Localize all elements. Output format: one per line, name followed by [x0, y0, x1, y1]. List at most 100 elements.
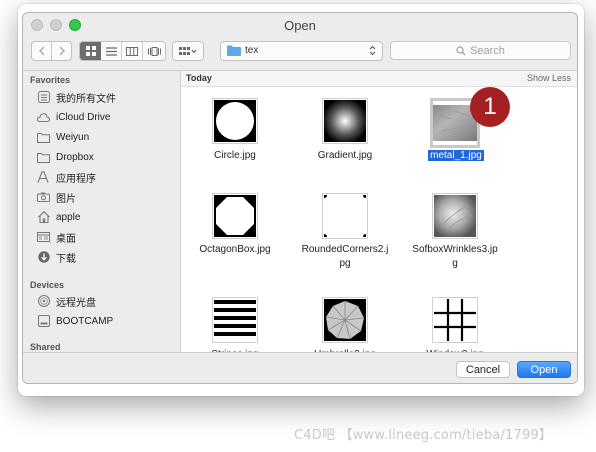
sidebar-item-label: Weiyun	[56, 131, 90, 143]
arrange-content	[173, 42, 203, 60]
thumbnail-softbox-wrinkles[interactable]	[432, 193, 478, 239]
show-less-link[interactable]: Show Less	[527, 73, 571, 83]
updown-chevron-icon	[369, 45, 376, 56]
sidebar-item-home[interactable]: apple	[37, 208, 80, 226]
all-files-icon	[37, 91, 50, 103]
file-name[interactable]: RoundedCorners2.j pg	[295, 243, 395, 271]
nav-buttons	[31, 41, 72, 61]
column-view-button[interactable]	[122, 42, 143, 60]
camera-icon	[37, 191, 50, 203]
sidebar-item-label: 下载	[56, 253, 76, 265]
sidebar-item-label: 远程光盘	[56, 297, 96, 309]
sidebar-item-label: 图片	[56, 193, 76, 205]
sidebar-item-icloud-drive[interactable]: iCloud Drive	[37, 108, 110, 126]
cover-flow-icon	[147, 46, 161, 56]
sidebar-item-all-files[interactable]: 我的所有文件	[37, 88, 116, 106]
thumbnail-stripes[interactable]	[212, 297, 258, 343]
watermark: C4D吧 【www.lineeg.com/tieba/1799】	[294, 428, 553, 443]
folder-icon	[227, 45, 241, 56]
location-label: tex	[245, 45, 259, 56]
open-button[interactable]: Open	[517, 361, 571, 378]
view-mode-control	[79, 41, 166, 61]
cover-flow-button[interactable]	[143, 42, 165, 60]
sidebar-item-desktop[interactable]: 桌面	[37, 228, 76, 246]
file-name-text-line2: g	[452, 258, 458, 269]
circle-image	[214, 100, 256, 142]
disc-icon	[37, 295, 50, 307]
sidebar-item-dropbox[interactable]: Dropbox	[37, 148, 94, 166]
sidebar-item-downloads[interactable]: 下载	[37, 248, 76, 266]
sidebar-item-label: iCloud Drive	[56, 111, 111, 123]
file-name-text: OctagonBox.jpg	[199, 244, 271, 255]
folder-icon	[37, 151, 50, 163]
file-name-selected[interactable]: metal_1.jpg	[406, 149, 506, 163]
open-dialog: Open tex Search Favorites 我的所有文件 iCloud …	[22, 12, 578, 384]
list-view-button[interactable]	[101, 42, 122, 60]
sidebar: Favorites 我的所有文件 iCloud Drive Weiyun Dro…	[23, 70, 180, 353]
step-badge: 1	[470, 87, 510, 127]
file-name-text-line2: pg	[339, 258, 351, 269]
file-name-text: SofboxWrinkles3.jp	[412, 244, 498, 255]
title-bar: Open	[23, 13, 577, 39]
file-name[interactable]: Gradient.jpg	[295, 149, 395, 163]
sidebar-item-label: Dropbox	[56, 151, 94, 163]
thumbnail-circle[interactable]	[212, 98, 258, 144]
file-name[interactable]: Circle.jpg	[185, 149, 285, 163]
search-placeholder: Search	[470, 44, 505, 57]
back-button[interactable]	[32, 42, 52, 60]
rounded-corners-image	[324, 195, 366, 237]
group-header: Today Show Less	[181, 71, 577, 87]
search-icon	[456, 45, 466, 55]
thumbnail-rounded-corners[interactable]	[322, 193, 368, 239]
file-name-text: RoundedCorners2.j	[301, 244, 389, 255]
dialog-footer: Cancel Open	[23, 352, 577, 383]
file-name-text: Gradient.jpg	[317, 150, 373, 161]
sidebar-item-label: BOOTCAMP	[56, 315, 114, 327]
window-title: Open	[284, 18, 316, 33]
icon-view-button[interactable]	[80, 42, 101, 60]
sidebar-item-remote-disc[interactable]: 远程光盘	[37, 292, 96, 310]
thumbnail-window[interactable]	[432, 297, 478, 343]
gradient-image	[324, 100, 366, 142]
folder-icon	[37, 131, 50, 143]
file-browser: Today Show Less Circle.jpg Gradient.jpg …	[180, 70, 577, 360]
columns-icon	[126, 46, 138, 56]
home-icon	[37, 211, 50, 223]
softbox-image	[434, 195, 476, 237]
location-popup[interactable]: tex	[220, 41, 383, 61]
file-name-text: Circle.jpg	[214, 150, 256, 161]
window-grid-image	[434, 299, 476, 341]
list-icon	[105, 46, 117, 56]
cancel-button[interactable]: Cancel	[456, 361, 510, 378]
sidebar-item-bootcamp[interactable]: BOOTCAMP	[37, 312, 113, 330]
search-field[interactable]: Search	[390, 41, 571, 60]
applications-icon	[37, 171, 50, 183]
devices-header: Devices	[30, 280, 65, 290]
file-name[interactable]: SofboxWrinkles3.jp g	[405, 243, 505, 271]
sidebar-item-label: 我的所有文件	[56, 93, 116, 105]
desktop-icon	[37, 231, 50, 243]
file-name[interactable]: OctagonBox.jpg	[185, 243, 285, 257]
file-name-text: metal_1.jpg	[428, 150, 484, 161]
thumbnail-umbrella[interactable]	[322, 297, 368, 343]
cloud-icon	[37, 111, 50, 123]
toolbar: tex Search	[23, 39, 577, 67]
group-title: Today	[186, 73, 212, 83]
thumbnail-gradient[interactable]	[322, 98, 368, 144]
chevron-left-icon	[38, 46, 45, 56]
stripes-image	[214, 299, 256, 341]
sidebar-item-applications[interactable]: 应用程序	[37, 168, 96, 186]
sidebar-item-pictures[interactable]: 图片	[37, 188, 76, 206]
sidebar-item-label: 应用程序	[56, 173, 96, 185]
sidebar-item-label: apple	[56, 211, 81, 223]
umbrella-image	[324, 299, 366, 341]
drive-icon	[37, 315, 50, 327]
arrange-button[interactable]	[172, 41, 204, 61]
shared-header: Shared	[30, 342, 61, 352]
thumbnail-octagon-box[interactable]	[212, 193, 258, 239]
octagon-image	[214, 195, 256, 237]
download-icon	[37, 251, 50, 263]
arrange-grid-icon	[179, 46, 197, 55]
forward-button[interactable]	[52, 42, 71, 60]
sidebar-item-weiyun[interactable]: Weiyun	[37, 128, 89, 146]
